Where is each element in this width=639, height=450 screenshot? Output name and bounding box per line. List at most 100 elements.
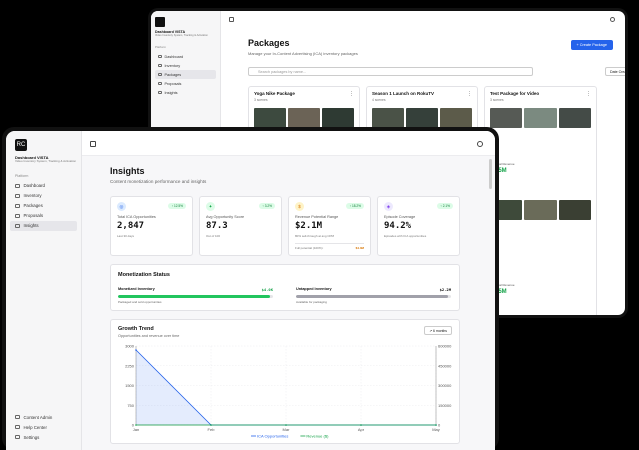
scene-thumbnail [524,200,557,220]
dashboard-icon [15,183,20,189]
sidebar-item-proposals[interactable]: Proposals [155,79,216,88]
kpi-subtext: Last 30 days [117,234,135,238]
page-title: Insights [110,166,145,176]
scene-thumbnails [490,200,591,220]
scene-thumbnails [372,108,472,128]
scene-thumbnail [524,108,557,128]
nav-section-label: Platform [15,173,29,178]
sidebar-item-dashboard[interactable]: Dashboard [155,52,216,61]
page-title: Packages [248,38,290,48]
scene-thumbnails [490,108,591,128]
monetized-inventory: Monetized Inventory $4.0K Packaged and so… [118,287,273,304]
sidebar-toggle-icon[interactable] [90,141,96,147]
trend-badge: ↑ 12.5% [168,203,186,209]
sidebar-item-settings[interactable]: Settings [10,432,77,442]
kpi-subtext: 80% sell-through at avg CPM [295,234,335,238]
kpi-value: $2.1M [295,221,323,231]
sidebar-item-content-admin[interactable]: Content Admin [10,412,77,422]
scene-thumbnail [558,108,591,128]
admin-icon [15,414,20,420]
row-label: Monetized Inventory [118,287,155,291]
create-package-button[interactable]: + Create Package [570,40,613,50]
top-bar [82,131,495,156]
logo [155,17,165,27]
trend-badge: ↑ 18.2% [346,203,364,209]
x-tick-label: Feb [208,427,216,432]
more-icon[interactable]: ⋮ [467,91,472,97]
data-point [285,424,287,426]
full-potential-label: Full potential (100%): [295,246,324,250]
sidebar-item-inventory[interactable]: Inventory [155,61,216,70]
sidebar-item-insights[interactable]: Insights [10,220,77,231]
y-right-tick-label: 300000 [438,383,452,388]
y-left-tick-label: 2250 [125,363,135,368]
legend-label: ICA Opportunities [257,434,288,439]
kpi-card-opportunities: ◎ ↑ 12.5% Total ICA Opportunities 2,847 … [110,196,193,256]
sidebar-toggle-icon[interactable] [229,17,234,22]
scene-thumbnail [372,108,404,128]
sidebar-item-packages[interactable]: Packages [10,201,77,211]
kpi-value: 94.2% [384,221,412,231]
y-left-tick-label: 750 [127,403,134,408]
package-title: Yoga Nike Package [254,91,295,96]
theme-icon[interactable] [610,17,615,22]
target-icon: ◎ [117,202,126,211]
scene-thumbnail [558,200,591,220]
package-scenes: 4 scenes [372,98,386,102]
scene-thumbnails [254,108,354,128]
scene-thumbnail [322,108,354,128]
sidebar-item-insights[interactable]: Insights [155,88,216,97]
sidebar-item-help-center[interactable]: Help Center [10,422,77,432]
sort-select[interactable]: Date Created (Newest) [605,67,625,76]
data-point [135,349,137,351]
panel-title: Monetization Status [118,272,170,278]
y-left-tick-label: 1500 [125,383,135,388]
data-point [210,424,212,426]
kpi-label: Revenue Potential Range [295,215,339,219]
row-note: Available for packaging [296,300,327,304]
scene-thumbnail [406,108,438,128]
progress-fill [296,295,448,298]
logo: RC [15,139,27,151]
sidebar-item-proposals[interactable]: Proposals [10,211,77,221]
kpi-label: Total ICA Opportunities [117,215,156,219]
insights-screen: RC Dashboard VISTA Video Inventory Syste… [6,131,495,450]
kpi-subtext: Out of 100 [206,234,221,238]
theme-icon[interactable] [477,141,483,147]
more-icon[interactable]: ⋮ [349,91,354,97]
growth-trend-panel: Growth Trend Opportunities and revenue o… [110,319,460,444]
kpi-subtext: Episodes with ICA opportunities [384,234,427,238]
legend-label: Revenue ($) [306,434,329,439]
package-icon [15,203,20,209]
nav-section-label: Platform [155,45,167,50]
kpi-value: 2,847 [117,221,145,231]
untapped-inventory: Untapped Inventory $2.2M Available for pa… [296,287,451,304]
data-point [435,424,437,426]
data-point [135,424,137,426]
sidebar-item-inventory[interactable]: Inventory [10,191,77,201]
row-value: $2.2M [439,287,451,292]
proposal-icon [158,81,162,86]
search-input[interactable]: Search packages by name... [248,67,533,76]
brand-subtitle: Video Inventory System, Tracking & Activ… [15,159,77,163]
sidebar-item-packages[interactable]: Packages [155,70,216,80]
kpi-card-coverage: ◈ ↑ 2.1% Episode Coverage 94.2% Episodes… [377,196,460,256]
package-icon [158,72,162,77]
full-potential-value: $4.3M [355,246,364,250]
more-icon[interactable]: ⋮ [586,91,591,97]
lightbulb-icon: ✦ [206,202,215,211]
scene-thumbnail [440,108,472,128]
dashboard-icon [158,54,162,59]
package-card[interactable]: Test Package for Video 3 scenes ⋮ Potent… [484,86,597,315]
y-right-tick-label: 150000 [438,403,452,408]
growth-trend-chart: 3000 6000002250 4500001500 300000750 1500000… [125,344,452,439]
scene-thumbnail [254,108,286,128]
trend-badge: ↑ 3.2% [259,203,275,209]
insights-icon [158,90,162,95]
help-icon [15,424,20,430]
scrollbar[interactable] [489,159,492,189]
sidebar-item-dashboard[interactable]: Dashboard [10,181,77,191]
data-point [360,424,362,426]
kpi-value: 87.3 [206,221,228,231]
y-left-tick-label: 3000 [125,344,135,349]
